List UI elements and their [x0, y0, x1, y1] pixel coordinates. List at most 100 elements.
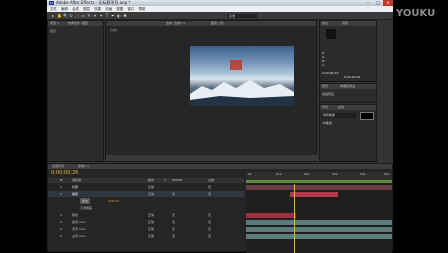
col-mode: 模式: [148, 178, 155, 182]
layer-parent[interactable]: 无: [208, 233, 211, 239]
composition-frame[interactable]: [190, 46, 294, 106]
eraser-tool-icon[interactable]: ◐: [117, 14, 121, 18]
layer-bar[interactable]: [246, 227, 392, 232]
layer-trkmat[interactable]: 无: [172, 191, 175, 197]
layer-mode[interactable]: 正常: [148, 184, 154, 190]
layer-parent[interactable]: 无: [208, 191, 211, 197]
layer-num: 1: [60, 185, 62, 189]
layer-row[interactable]: 2 静音 正常 无 无: [48, 191, 244, 198]
layer-parent[interactable]: 无: [208, 212, 211, 218]
camera-tool-icon[interactable]: ⬚: [75, 14, 79, 18]
layer-bars-area: [246, 184, 392, 253]
playhead[interactable]: [294, 184, 295, 253]
layer-name[interactable]: 背景.mov: [72, 226, 86, 232]
fill-color-swatch[interactable]: [360, 112, 374, 120]
layer-row[interactable]: 5 背景.mov 正常 无 无: [48, 226, 244, 233]
current-timecode[interactable]: 0;00;00;26: [51, 170, 78, 176]
tab-effect-controls[interactable]: 效果控件: 图层: [68, 21, 88, 26]
col-trkmat: TrkMat: [172, 178, 182, 182]
layer-num: 2: [60, 192, 62, 196]
layer-name[interactable]: 山景.mov: [72, 233, 86, 239]
tab-preview[interactable]: 预览: [322, 84, 328, 89]
info-tabs: 信息 音频: [320, 21, 376, 26]
font-select[interactable]: 微软雅黑: [322, 113, 356, 118]
anchor-tool-icon[interactable]: ⌖: [93, 14, 97, 18]
selection-tool-icon[interactable]: ▸: [51, 14, 55, 18]
property-name[interactable]: 不透明度: [80, 205, 92, 211]
tab-paragraph[interactable]: 段落: [338, 105, 344, 110]
type-tool-icon[interactable]: T: [105, 14, 109, 18]
brush-tool-icon[interactable]: ✒: [111, 14, 115, 18]
layer-parent[interactable]: 无: [208, 226, 211, 232]
layer-trkmat[interactable]: 无: [172, 219, 175, 225]
layer-name[interactable]: 遮罩.mov: [72, 219, 86, 225]
character-tabs: 字符 段落: [320, 105, 376, 110]
timeline-panel: 渲染队列 合成1 × 0;00;00;26 # 源名称 模式 T TrkMat …: [47, 163, 393, 253]
layer-trkmat[interactable]: 无: [172, 226, 175, 232]
col-t: T: [164, 178, 166, 182]
layer-name[interactable]: 静音: [72, 191, 78, 197]
layer-name[interactable]: 纯色: [72, 212, 78, 218]
work-area-bar[interactable]: [246, 180, 392, 183]
tab-audio[interactable]: 音频: [342, 21, 348, 26]
hand-tool-icon[interactable]: ✋: [57, 14, 62, 18]
tab-comp1-timeline[interactable]: 合成1 ×: [78, 164, 89, 169]
info-a: A:: [322, 63, 326, 67]
workspace-select[interactable]: 标准: [227, 14, 257, 18]
layer-bar[interactable]: [246, 185, 392, 190]
layer-bar[interactable]: [290, 192, 338, 197]
font-size-field[interactable]: 36像素: [322, 121, 332, 125]
ruler-tick: 02s: [304, 172, 310, 176]
property-row[interactable]: 不透明度: [48, 205, 244, 212]
property-name[interactable]: 缩放: [80, 198, 91, 204]
ruler-tick: 0s: [248, 172, 252, 176]
layer-row[interactable]: 4 遮罩.mov 正常 无 无: [48, 219, 244, 226]
layer-row[interactable]: 3 纯色 正常 无 无: [48, 212, 244, 219]
layer-bar[interactable]: [246, 220, 392, 225]
ruler-tick: 01s: [276, 172, 282, 176]
layer-bar[interactable]: [246, 213, 296, 218]
roto-tool-icon[interactable]: ✱: [123, 14, 127, 18]
layer-row[interactable]: 6 山景.mov 正常 无 无: [48, 233, 244, 240]
col-source-name: 源名称: [72, 178, 82, 182]
project-label: 图层: [50, 29, 57, 33]
tab-project[interactable]: 项目 ×: [50, 21, 59, 26]
layer-row[interactable]: 1 标题 正常 无: [48, 184, 244, 191]
property-row[interactable]: 缩放 100,0%: [48, 198, 244, 205]
tab-info[interactable]: 信息: [322, 21, 328, 26]
layer-mode[interactable]: 正常: [148, 212, 154, 218]
zoom-tool-icon[interactable]: 🔍: [63, 14, 68, 18]
layer-mode[interactable]: 正常: [148, 233, 154, 239]
layer-mode[interactable]: 正常: [148, 226, 154, 232]
layer-mode[interactable]: 正常: [148, 191, 154, 197]
property-value[interactable]: 100,0%: [108, 198, 119, 204]
layer-mode[interactable]: 正常: [148, 219, 154, 225]
ruler-tick: 05s: [384, 172, 390, 176]
layer-bar[interactable]: [246, 234, 392, 239]
layer-column-headers: # 源名称 模式 T TrkMat 父级: [48, 178, 244, 183]
layer-parent[interactable]: 无: [208, 184, 211, 190]
tab-effects-presets[interactable]: 效果和预设: [340, 84, 355, 89]
layer-name[interactable]: 标题: [72, 184, 78, 190]
layer-trkmat[interactable]: 无: [172, 212, 175, 218]
tab-render-queue[interactable]: 渲染队列: [52, 164, 64, 169]
col-num: #: [60, 178, 63, 182]
tab-layer[interactable]: 图层: (无): [211, 21, 224, 26]
info-timecode-b: 0;00;00;21: [344, 75, 361, 79]
tab-composition[interactable]: 合成: 合成1 ×: [166, 21, 185, 26]
rectangle-tool-icon[interactable]: ▭: [81, 14, 85, 18]
layer-trkmat[interactable]: 无: [172, 233, 175, 239]
color-swatch: [326, 29, 336, 39]
layer-parent[interactable]: 无: [208, 219, 211, 225]
info-timecode-a: 0;00;00;19: [322, 71, 339, 75]
red-text-layer[interactable]: [230, 60, 242, 70]
effects-label: 动画预设: [322, 92, 335, 96]
layer-num: 3: [60, 213, 62, 217]
time-ruler[interactable]: 0s 01s 02s 03s 04s 05s: [246, 172, 392, 183]
puppet-tool-icon[interactable]: ✦: [99, 14, 103, 18]
info-panel: 信息 音频 R: G: B: A: 0;00;00;19 0;00;00;21: [319, 20, 377, 82]
app-logo-icon: Ae: [49, 1, 54, 5]
pen-tool-icon[interactable]: ✎: [87, 14, 91, 18]
tab-character[interactable]: 字符: [322, 105, 328, 110]
rotate-tool-icon[interactable]: ↻: [69, 14, 73, 18]
